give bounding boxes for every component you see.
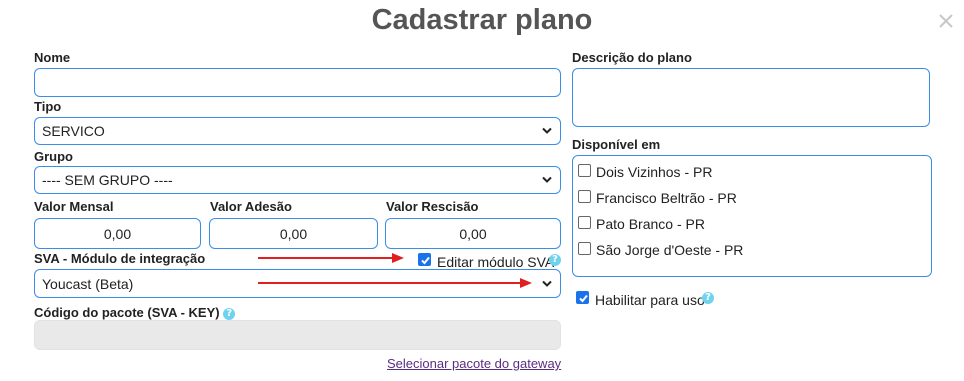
help-icon[interactable]: ? — [702, 292, 714, 304]
nome-input[interactable] — [34, 68, 561, 97]
descricao-textarea[interactable] — [572, 68, 930, 127]
habilitar-checkbox[interactable] — [576, 291, 589, 304]
city-label: Pato Branco - PR — [596, 216, 705, 232]
valor-rescisao-input[interactable]: 0,00 — [385, 218, 561, 249]
annotation-arrow — [258, 278, 532, 288]
tipo-label: Tipo — [34, 99, 62, 114]
codigo-input — [34, 320, 561, 350]
editar-sva-label: Editar módulo SVA — [437, 254, 555, 270]
sva-select-value: Youcast (Beta) — [42, 275, 134, 292]
valor-mensal-input[interactable]: 0,00 — [34, 218, 201, 249]
check-icon — [421, 256, 430, 265]
city-label: Dois Vizinhos - PR — [596, 164, 713, 180]
annotation-arrow — [258, 253, 404, 263]
chevron-down-icon — [542, 280, 552, 287]
valor-mensal-label: Valor Mensal — [34, 199, 114, 214]
valor-adesao-input[interactable]: 0,00 — [209, 218, 378, 249]
grupo-label: Grupo — [34, 149, 73, 164]
valor-adesao-label: Valor Adesão — [210, 199, 292, 214]
tipo-select-value: SERVICO — [42, 123, 105, 139]
codigo-label-text: Código do pacote (SVA - KEY) — [34, 305, 220, 320]
city-checkbox[interactable] — [578, 242, 591, 255]
chevron-down-icon — [542, 176, 552, 183]
habilitar-label: Habilitar para uso — [595, 292, 705, 308]
grupo-select-value: ---- SEM GRUPO ---- — [42, 172, 173, 188]
city-checkbox[interactable] — [578, 190, 591, 203]
descricao-label: Descrição do plano — [572, 50, 692, 65]
city-label: Francisco Beltrão - PR — [596, 190, 737, 206]
tipo-select[interactable]: SERVICO — [34, 117, 561, 145]
codigo-label: Código do pacote (SVA - KEY) ? — [34, 305, 236, 320]
nome-label: Nome — [34, 50, 71, 65]
chevron-down-icon — [542, 127, 552, 134]
dialog-title: Cadastrar plano — [371, 4, 593, 36]
city-label: São Jorge d'Oeste - PR — [596, 242, 744, 258]
disponivel-label: Disponível em — [572, 137, 661, 152]
valor-rescisao-label: Valor Rescisão — [386, 199, 479, 214]
city-checkbox[interactable] — [578, 216, 591, 229]
close-icon[interactable] — [935, 10, 957, 32]
selecionar-pacote-link[interactable]: Selecionar pacote do gateway — [387, 356, 561, 371]
editar-sva-checkbox[interactable] — [418, 253, 431, 266]
sva-label: SVA - Módulo de integração — [34, 251, 206, 266]
help-icon[interactable]: ? — [549, 254, 561, 266]
grupo-select[interactable]: ---- SEM GRUPO ---- — [34, 166, 561, 194]
disponivel-list: Dois Vizinhos - PR Francisco Beltrão - P… — [572, 155, 932, 277]
city-checkbox[interactable] — [578, 164, 591, 177]
help-icon[interactable]: ? — [223, 307, 236, 320]
check-icon — [579, 294, 588, 303]
